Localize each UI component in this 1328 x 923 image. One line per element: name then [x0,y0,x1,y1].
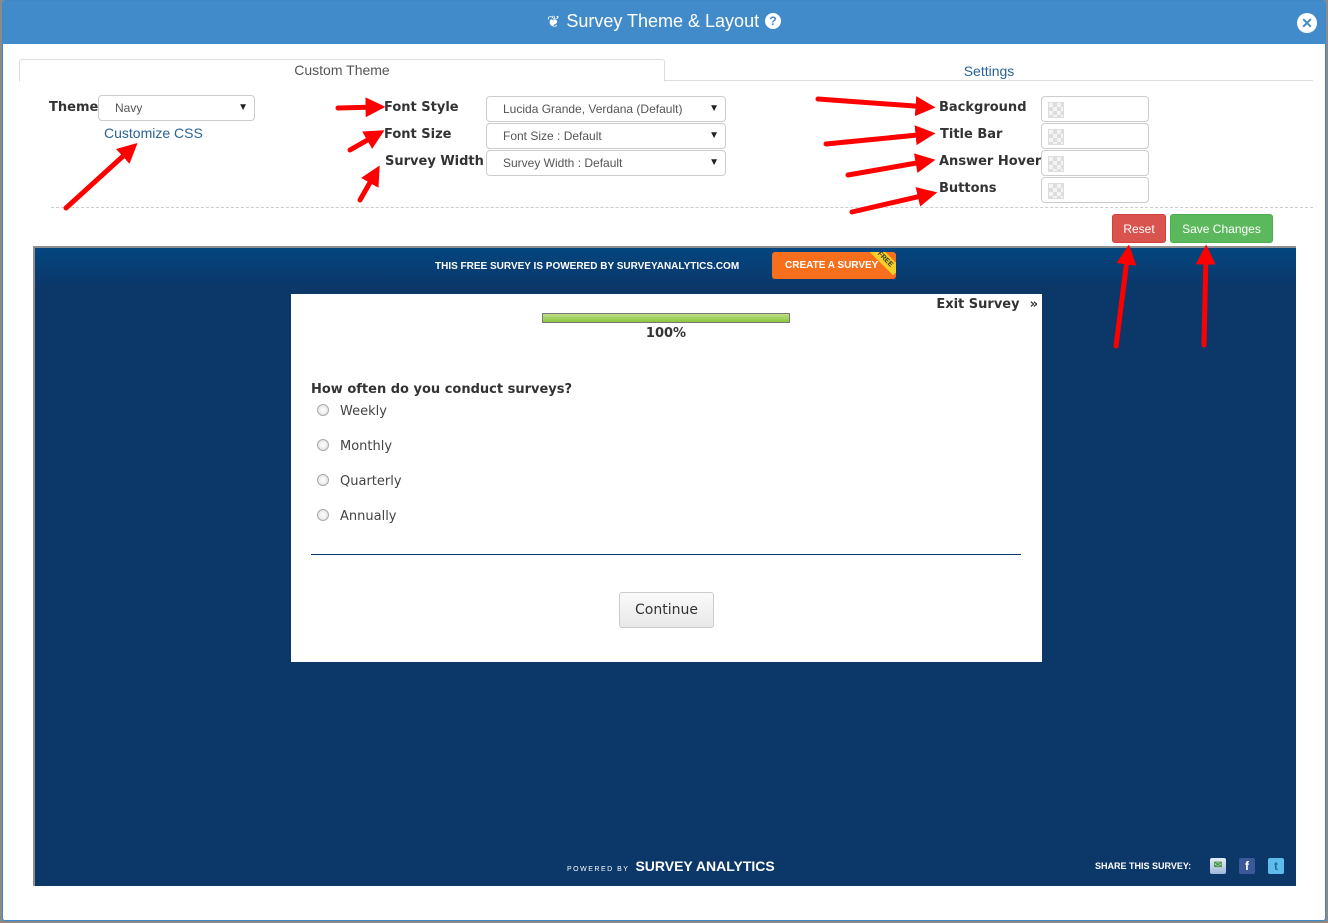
answer-hover-color-picker[interactable] [1041,150,1149,176]
twitter-icon[interactable]: t [1268,858,1284,874]
chevron-down-icon: ▼ [709,130,719,141]
question-divider [311,554,1021,555]
survey-width-label: Survey Width [385,154,484,169]
progress-fill [543,314,789,322]
radio-button[interactable] [317,509,329,521]
create-survey-label: CREATE A SURVEY [785,260,879,271]
chevron-down-icon: ▼ [709,103,719,114]
chevron-down-icon: ▼ [238,102,248,113]
title-bar-color-picker[interactable] [1041,123,1149,149]
title-bar-color-label: Title Bar [940,127,1003,142]
transparent-swatch-icon [1048,183,1064,199]
answer-option[interactable]: Monthly [317,439,392,454]
powered-by-logo: POWERED BY SURVEY ANALYTICS [567,858,775,876]
font-style-label: Font Style [384,100,459,115]
option-label: Weekly [340,404,387,419]
survey-card: Exit Survey » 100% How often do you condu… [291,294,1042,662]
chevron-down-icon: ▼ [709,157,719,168]
question-text: How often do you conduct surveys? [311,382,573,397]
exit-survey-link[interactable]: Exit Survey » [936,297,1038,312]
buttons-color-picker[interactable] [1041,177,1149,203]
answer-option[interactable]: Annually [317,509,397,524]
question-circle-icon[interactable]: ? [765,13,782,29]
answer-hover-color-label: Answer Hover [939,154,1042,169]
email-share-icon[interactable]: ✉ [1210,858,1226,874]
tab-bar: Custom Theme Settings [19,59,1313,83]
background-color-picker[interactable] [1041,96,1149,122]
close-icon[interactable]: ✕ [1297,13,1317,33]
share-label: SHARE THIS SURVEY: [1095,861,1192,871]
double-chevron-right-icon: » [1029,297,1038,312]
background-color-label: Background [939,100,1027,115]
brand-name: SURVEY ANALYTICS [635,858,775,874]
leaf-icon: ❦ [546,14,561,31]
option-label: Monthly [340,439,393,454]
promo-text: THIS FREE SURVEY IS POWERED BY SURVEYANA… [435,261,740,272]
dialog-title: ❦ Survey Theme & Layout? [3,11,1325,32]
tab-custom-theme[interactable]: Custom Theme [19,59,665,82]
buttons-color-label: Buttons [939,181,997,196]
font-style-value: Lucida Grande, Verdana (Default) [503,102,683,116]
progress-label: 100% [645,326,687,341]
progress-bar [542,313,790,323]
survey-width-value: Survey Width : Default [503,156,623,170]
continue-button[interactable]: Continue [619,592,714,628]
font-style-select[interactable]: Lucida Grande, Verdana (Default) ▼ [486,96,726,122]
font-size-select[interactable]: Font Size : Default ▼ [486,123,726,149]
answer-option[interactable]: Quarterly [317,474,402,489]
radio-button[interactable] [317,474,329,486]
theme-select-value: Navy [115,101,143,115]
customize-css-link[interactable]: Customize CSS [104,125,203,141]
reset-button[interactable]: Reset [1112,214,1166,243]
option-label: Annually [340,509,397,524]
dialog-titlebar: ❦ Survey Theme & Layout? ✕ [3,1,1325,44]
radio-button[interactable] [317,439,329,451]
radio-button[interactable] [317,404,329,416]
font-size-value: Font Size : Default [503,129,602,143]
save-changes-button[interactable]: Save Changes [1170,214,1273,243]
theme-label: Theme [49,100,99,115]
facebook-icon[interactable]: f [1239,858,1255,874]
theme-select[interactable]: Navy ▼ [98,95,255,121]
font-size-label: Font Size [384,127,452,142]
transparent-swatch-icon [1048,156,1064,172]
transparent-swatch-icon [1048,102,1064,118]
dialog-title-text: Survey Theme & Layout [566,11,760,31]
theme-layout-dialog: ❦ Survey Theme & Layout? ✕ Custom Theme S… [2,0,1326,921]
exit-survey-label: Exit Survey [936,297,1020,312]
option-label: Quarterly [340,474,402,489]
answer-option[interactable]: Weekly [317,404,387,419]
survey-preview: THIS FREE SURVEY IS POWERED BY SURVEYANA… [33,246,1296,886]
powered-by-text: POWERED BY [567,866,630,873]
create-survey-button[interactable]: CREATE A SURVEY FREE [772,252,896,279]
tab-settings[interactable]: Settings [665,61,1313,83]
divider [51,207,1313,208]
survey-width-select[interactable]: Survey Width : Default ▼ [486,150,726,176]
transparent-swatch-icon [1048,129,1064,145]
